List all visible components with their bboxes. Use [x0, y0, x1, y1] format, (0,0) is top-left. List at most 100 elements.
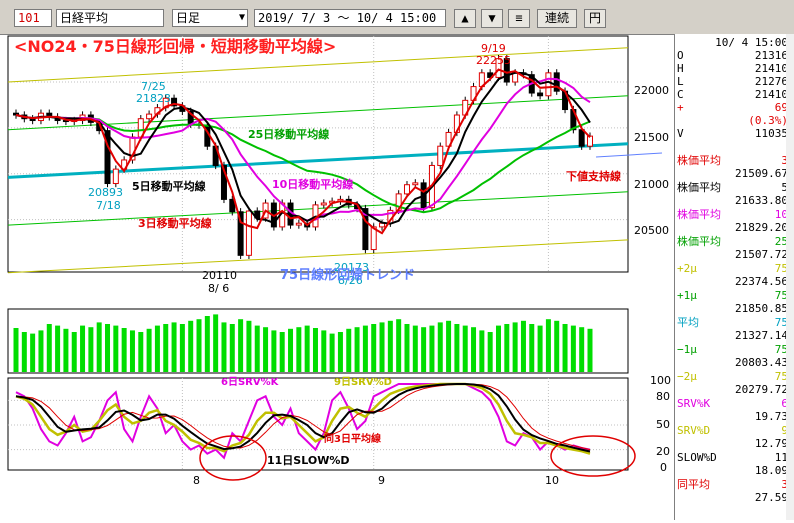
quote-row-value: 11035 — [754, 127, 788, 140]
volume-bar — [462, 325, 468, 372]
volume-bar — [105, 324, 111, 372]
volume-bar — [537, 325, 543, 372]
aug-low-date-label: 8/ 6 — [208, 282, 229, 295]
menu-button[interactable]: ≡ — [508, 9, 530, 28]
volume-bar — [63, 328, 69, 372]
volume-bar — [304, 325, 310, 372]
quote-row: C 21410 — [677, 88, 788, 101]
candle-body — [320, 202, 327, 206]
indicator-row: SLOW%D 11 — [677, 451, 788, 464]
volume-bar — [46, 324, 52, 372]
scroll-down-button[interactable]: ▼ — [481, 9, 503, 28]
volume-bar — [13, 328, 19, 372]
jul-low-value-label: 20893 — [88, 186, 123, 199]
volume-bar — [545, 319, 551, 372]
srvd-label: 9日SRV%D — [334, 376, 392, 388]
candle-body — [245, 210, 252, 256]
volume-bar — [179, 324, 185, 372]
indicator-row: 株価平均 5 — [677, 181, 788, 194]
code-field[interactable]: 101 — [14, 9, 52, 27]
quote-row: V 11035 — [677, 127, 788, 140]
indicator-label: 株価平均 — [677, 154, 721, 167]
yen-button[interactable]: 円 — [584, 9, 606, 28]
volume-bar — [129, 330, 135, 372]
osc-axis-label: 100 — [650, 374, 671, 387]
indicator-row: 平均 75 — [677, 316, 788, 329]
candle-body — [112, 168, 119, 185]
quote-row: L 21276 — [677, 75, 788, 88]
volume-bar — [479, 330, 485, 372]
ma5-label: 5日移動平均線 — [132, 179, 206, 193]
volume-bar — [88, 327, 94, 372]
volume-bar — [346, 328, 352, 372]
osc-axis-label: 80 — [656, 390, 670, 403]
date-range-field[interactable]: 2019/ 7/ 3 〜 10/ 4 15:00 — [254, 9, 446, 27]
price-panel — [7, 35, 629, 273]
volume-bar — [71, 332, 77, 372]
volume-bar — [454, 324, 460, 372]
high-value-label: 22255 — [476, 54, 511, 67]
volume-bar — [254, 325, 260, 372]
rendou-button[interactable]: 連続 — [537, 9, 577, 28]
aug-low-value-label: 20110 — [202, 269, 237, 282]
quote-row: O 21316 — [677, 49, 788, 62]
indicator-label: +2μ — [677, 262, 697, 275]
candle-body — [545, 72, 552, 97]
volume-bar — [471, 327, 477, 372]
volume-bar — [554, 320, 560, 372]
price-axis-label: 21500 — [634, 131, 669, 144]
indicator-row: +1μ 75 — [677, 289, 788, 302]
volume-bar — [154, 325, 160, 372]
price-axis-label: 21000 — [634, 178, 669, 191]
scrollbar[interactable] — [786, 34, 794, 520]
volume-bar — [213, 314, 219, 372]
volume-bar — [487, 332, 493, 372]
x-axis-label: 9 — [378, 474, 385, 487]
volume-bar — [512, 322, 518, 372]
chart-svg: <NO24・75日線形回帰・短期移動平均線> 9/19 22255 7/25 2… — [7, 35, 671, 487]
indicator-value: 21509.67 — [735, 167, 788, 180]
ma3-label: 3日移動平均線 — [138, 216, 212, 230]
chart-area[interactable]: <NO24・75日線形回帰・短期移動平均線> 9/19 22255 7/25 2… — [0, 34, 674, 520]
quote-row-label: V — [677, 127, 684, 140]
candle-body — [295, 222, 302, 226]
indicator-label: 株価平均 — [677, 181, 721, 194]
quote-row: +69 — [677, 101, 788, 114]
quote-row-label: C — [677, 88, 684, 101]
volume-bar — [362, 325, 368, 372]
quote-row-value: 21410 — [754, 62, 788, 75]
quote-row: H 21410 — [677, 62, 788, 75]
volume-bar — [271, 330, 277, 372]
indicator-row: −2μ 75 — [677, 370, 788, 383]
period-label: 日足 — [176, 11, 201, 25]
quote-row-label: H — [677, 62, 684, 75]
indicator-row: 同平均 3 — [677, 478, 788, 491]
osc-axis-label: 20 — [656, 445, 670, 458]
volume-bar — [570, 325, 576, 372]
name-field[interactable]: 日経平均 — [56, 9, 164, 27]
indicator-value: 21507.72 — [735, 248, 788, 261]
volume-bar — [396, 319, 402, 372]
period-select[interactable]: 日足 ▼ — [172, 9, 248, 27]
slowd-label: 11日SLOW%D — [267, 454, 349, 467]
indicator-value: 20279.72 — [735, 383, 788, 396]
toolbar: 101 日経平均 日足 ▼ 2019/ 7/ 3 〜 10/ 4 15:00 ▲… — [0, 0, 794, 35]
quote-row-value: 21316 — [754, 49, 788, 62]
quote-row-label: O — [677, 49, 684, 62]
indicator-value: 18.09 — [754, 464, 788, 477]
indicator-value: 21633.80 — [735, 194, 788, 207]
volume-bar — [171, 322, 177, 372]
jul-high-value-label: 21823 — [136, 92, 171, 105]
volume-bar — [146, 328, 152, 372]
volume-bar — [263, 327, 269, 372]
osc-axis-label: 50 — [656, 418, 670, 431]
volume-bar — [121, 328, 127, 372]
indicator-row: 株価平均 10 — [677, 208, 788, 221]
candle-body — [587, 135, 593, 147]
scroll-up-button[interactable]: ▲ — [454, 9, 476, 28]
chart-title: <NO24・75日線形回帰・短期移動平均線> — [14, 37, 336, 56]
volume-bar — [312, 328, 318, 372]
volume-bar — [579, 327, 585, 372]
candle-body — [578, 129, 585, 147]
volume-bar — [321, 330, 327, 372]
